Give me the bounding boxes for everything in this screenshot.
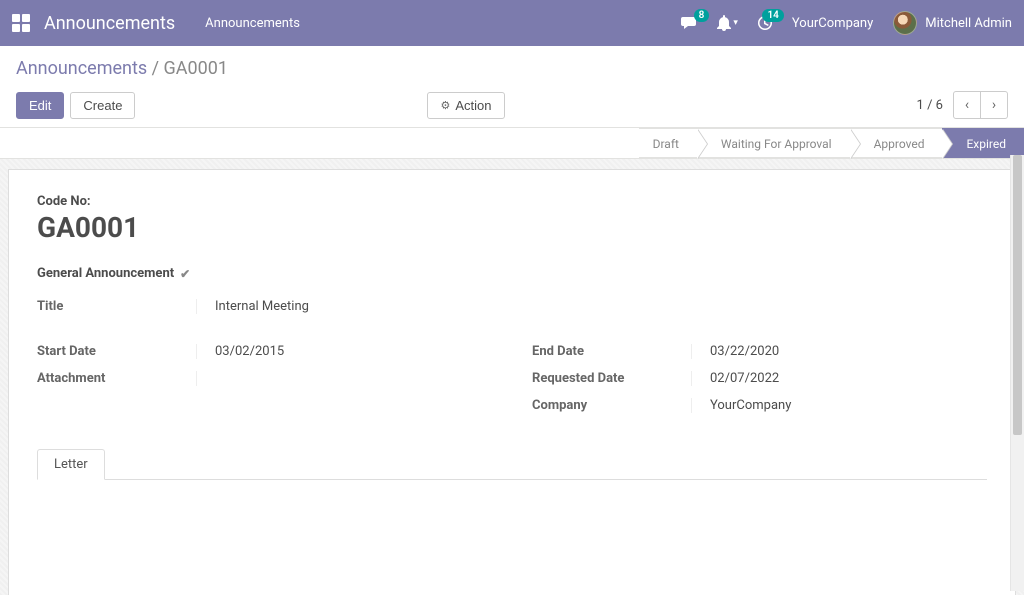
- code-label: Code No:: [37, 194, 987, 209]
- pager-value[interactable]: 1 / 6: [917, 98, 943, 113]
- control-panel: Announcements / GA0001 Edit Create ⚙ Act…: [0, 46, 1024, 128]
- breadcrumb-current: GA0001: [164, 58, 228, 79]
- chevron-left-icon: ‹: [965, 97, 969, 113]
- gear-icon: ⚙: [440, 99, 450, 112]
- user-menu[interactable]: Mitchell Admin: [893, 11, 1012, 35]
- statusbar-row: Draft Waiting For Approval Approved Expi…: [0, 128, 1024, 159]
- company-link[interactable]: YourCompany: [692, 398, 791, 413]
- app-title: Announcements: [44, 13, 175, 34]
- messages-badge: 8: [694, 9, 710, 22]
- edit-button[interactable]: Edit: [16, 92, 64, 119]
- form-background: Code No: GA0001 General Announcement ✔ T…: [0, 159, 1024, 595]
- apps-icon[interactable]: [12, 14, 30, 32]
- nav-menu-announcements[interactable]: Announcements: [205, 16, 300, 31]
- tab-bar: Letter: [37, 449, 987, 480]
- navbar: Announcements Announcements 8 ▾ 14 YourC…: [0, 0, 1024, 46]
- breadcrumb: Announcements / GA0001: [16, 58, 1008, 79]
- messages-icon[interactable]: 8: [681, 15, 699, 31]
- status-step-draft[interactable]: Draft: [639, 128, 697, 158]
- field-start-date: Start Date 03/02/2015: [37, 338, 492, 365]
- breadcrumb-root[interactable]: Announcements: [16, 58, 147, 79]
- scrollbar-thumb[interactable]: [1013, 155, 1022, 435]
- check-icon: ✔: [180, 267, 190, 281]
- field-attachment: Attachment: [37, 365, 492, 392]
- activities-icon[interactable]: 14: [756, 15, 774, 31]
- pager-next-button[interactable]: ›: [980, 91, 1008, 119]
- statusbar: Draft Waiting For Approval Approved Expi…: [639, 128, 1024, 158]
- user-name: Mitchell Admin: [925, 16, 1012, 31]
- action-button[interactable]: ⚙ Action: [427, 92, 504, 119]
- status-step-approved[interactable]: Approved: [850, 128, 943, 158]
- chevron-right-icon: ›: [992, 97, 996, 113]
- status-step-expired[interactable]: Expired: [942, 128, 1024, 158]
- status-step-waiting[interactable]: Waiting For Approval: [697, 128, 850, 158]
- general-announcement-label: General Announcement ✔: [37, 266, 190, 281]
- field-requested-date: Requested Date 02/07/2022: [532, 365, 987, 392]
- code-value: GA0001: [37, 211, 987, 244]
- notifications-icon[interactable]: ▾: [717, 15, 738, 31]
- create-button[interactable]: Create: [70, 92, 135, 119]
- form-sheet: Code No: GA0001 General Announcement ✔ T…: [8, 169, 1016, 595]
- tab-letter[interactable]: Letter: [37, 449, 105, 480]
- field-end-date: End Date 03/22/2020: [532, 338, 987, 365]
- field-company: Company YourCompany: [532, 392, 987, 419]
- avatar: [893, 11, 917, 35]
- field-title: Title Internal Meeting: [37, 293, 987, 320]
- scrollbar[interactable]: [1010, 155, 1024, 591]
- pager-prev-button[interactable]: ‹: [953, 91, 981, 119]
- company-switcher[interactable]: YourCompany: [792, 16, 873, 31]
- activities-badge: 14: [762, 9, 783, 22]
